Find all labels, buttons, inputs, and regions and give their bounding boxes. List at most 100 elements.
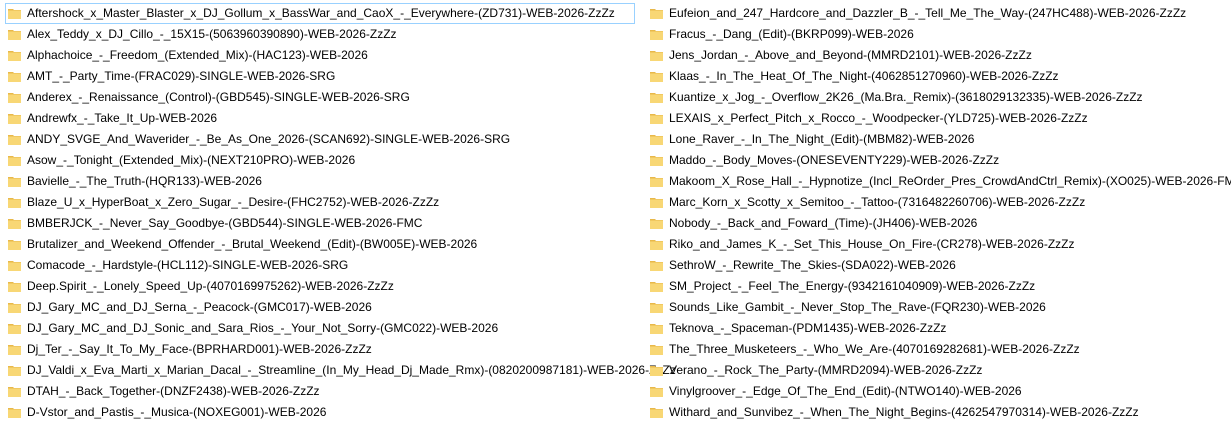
folder-item[interactable]: Andrewfx_-_Take_It_Up-WEB-2026 (5, 108, 635, 129)
folder-item[interactable]: Lone_Raver_-_In_The_Night_(Edit)-(MBM82)… (647, 129, 1231, 150)
folder-item[interactable]: Makoom_X_Rose_Hall_-_Hypnotize_(Incl_ReO… (647, 171, 1231, 192)
folder-item[interactable]: Alex_Teddy_x_DJ_Cillo_-_15X15-(506396039… (5, 24, 635, 45)
folder-item-label: BMBERJCK_-_Never_Say_Goodbye-(GBD544)-SI… (27, 216, 423, 230)
folder-item[interactable]: Deep.Spirit_-_Lonely_Speed_Up-(407016997… (5, 276, 635, 297)
folder-item[interactable]: Klaas_-_In_The_Heat_Of_The_Night-(406285… (647, 66, 1231, 87)
folder-item-label: Aftershock_x_Master_Blaster_x_DJ_Gollum_… (27, 6, 615, 20)
folder-item[interactable]: Eufeion_and_247_Hardcore_and_Dazzler_B_-… (647, 3, 1231, 24)
folder-item-label: Bavielle_-_The_Truth-(HQR133)-WEB-2026 (27, 174, 262, 188)
folder-item[interactable]: Asow_-_Tonight_(Extended_Mix)-(NEXT210PR… (5, 150, 635, 171)
folder-item[interactable]: Kuantize_x_Jog_-_Overflow_2K26_(Ma.Bra._… (647, 87, 1231, 108)
folder-item[interactable]: Comacode_-_Hardstyle-(HCL112)-SINGLE-WEB… (5, 255, 635, 276)
folder-item[interactable]: Bavielle_-_The_Truth-(HQR133)-WEB-2026 (5, 171, 635, 192)
folder-item-label: Brutalizer_and_Weekend_Offender_-_Brutal… (27, 237, 478, 251)
folder-item-label: LEXAIS_x_Perfect_Pitch_x_Rocco_-_Woodpec… (669, 111, 1088, 125)
folder-icon (8, 366, 21, 376)
folder-item-label: DJ_Valdi_x_Eva_Marti_x_Marian_Dacal_-_St… (27, 363, 676, 377)
folder-item-label: DJ_Gary_MC_and_DJ_Sonic_and_Sara_Rios_-_… (27, 321, 499, 335)
folder-item[interactable]: AMT_-_Party_Time-(FRAC029)-SINGLE-WEB-20… (5, 66, 635, 87)
folder-icon (8, 9, 21, 19)
folder-icon (650, 198, 663, 208)
folder-icon (8, 303, 21, 313)
folder-item[interactable]: Marc_Korn_x_Scotty_x_Semitoo_-_Tattoo-(7… (647, 192, 1231, 213)
folder-item-label: Eufeion_and_247_Hardcore_and_Dazzler_B_-… (669, 6, 1187, 20)
folder-item-label: Asow_-_Tonight_(Extended_Mix)-(NEXT210PR… (27, 153, 356, 167)
folder-item[interactable]: Withard_and_Sunvibez_-_When_The_Night_Be… (647, 402, 1231, 423)
folder-item-label: Fracus_-_Dang_(Edit)-(BKRP099)-WEB-2026 (669, 27, 914, 41)
folder-item[interactable]: DJ_Gary_MC_and_DJ_Sonic_and_Sara_Rios_-_… (5, 318, 635, 339)
folder-item-label: Alphachoice_-_Freedom_(Extended_Mix)-(HA… (27, 48, 368, 62)
folder-item[interactable]: Verano_-_Rock_The_Party-(MMRD2094)-WEB-2… (647, 360, 1231, 381)
folder-item-label: Comacode_-_Hardstyle-(HCL112)-SINGLE-WEB… (27, 258, 349, 272)
folder-item[interactable]: Maddo_-_Body_Moves-(ONESEVENTY229)-WEB-2… (647, 150, 1231, 171)
folder-item-label: Maddo_-_Body_Moves-(ONESEVENTY229)-WEB-2… (669, 153, 1000, 167)
folder-item-label: Klaas_-_In_The_Heat_Of_The_Night-(406285… (669, 69, 1059, 83)
folder-item[interactable]: Anderex_-_Renaissance_(Control)-(GBD545)… (5, 87, 635, 108)
folder-item[interactable]: Teknova_-_Spaceman-(PDM1435)-WEB-2026-Zz… (647, 318, 1231, 339)
folder-icon (8, 282, 21, 292)
folder-icon (650, 114, 663, 124)
folder-icon (650, 282, 663, 292)
folder-item-label: Makoom_X_Rose_Hall_-_Hypnotize_(Incl_ReO… (669, 174, 1231, 188)
folder-item[interactable]: DJ_Gary_MC_and_DJ_Serna_-_Peacock-(GMC01… (5, 297, 635, 318)
folder-item-label: Marc_Korn_x_Scotty_x_Semitoo_-_Tattoo-(7… (669, 195, 1086, 209)
folder-item-label: Blaze_U_x_HyperBoat_x_Zero_Sugar_-_Desir… (27, 195, 440, 209)
folder-item[interactable]: SM_Project_-_Feel_The_Energy-(9342161040… (647, 276, 1231, 297)
folder-icon (650, 72, 663, 82)
folder-icon (650, 30, 663, 40)
folder-item[interactable]: LEXAIS_x_Perfect_Pitch_x_Rocco_-_Woodpec… (647, 108, 1231, 129)
folder-item[interactable]: Brutalizer_and_Weekend_Offender_-_Brutal… (5, 234, 635, 255)
folder-item-label: Nobody_-_Back_and_Foward_(Time)-(JH406)-… (669, 216, 978, 230)
folder-item[interactable]: Vinylgroover_-_Edge_Of_The_End_(Edit)-(N… (647, 381, 1231, 402)
folder-item[interactable]: Riko_and_James_K_-_Set_This_House_On_Fir… (647, 234, 1231, 255)
folder-icon (650, 156, 663, 166)
folder-icon (8, 219, 21, 229)
folder-icon (8, 114, 21, 124)
file-list-view: Aftershock_x_Master_Blaster_x_DJ_Gollum_… (0, 0, 1231, 432)
folder-icon (8, 93, 21, 103)
folder-item[interactable]: DTAH_-_Back_Together-(DNZF2438)-WEB-2026… (5, 381, 635, 402)
folder-item-label: Teknova_-_Spaceman-(PDM1435)-WEB-2026-Zz… (669, 321, 947, 335)
folder-icon (8, 240, 21, 250)
folder-icon (650, 261, 663, 271)
folder-item-label: Dj_Ter_-_Say_It_To_My_Face-(BPRHARD001)-… (27, 342, 372, 356)
folder-item[interactable]: Sounds_Like_Gambit_-_Never_Stop_The_Rave… (647, 297, 1231, 318)
folder-icon (8, 72, 21, 82)
folder-icon (650, 9, 663, 19)
folder-item[interactable]: ANDY_SVGE_And_Waverider_-_Be_As_One_2026… (5, 129, 635, 150)
folder-item[interactable]: Alphachoice_-_Freedom_(Extended_Mix)-(HA… (5, 45, 635, 66)
folder-item-label: Kuantize_x_Jog_-_Overflow_2K26_(Ma.Bra._… (669, 90, 1143, 104)
folder-icon (8, 51, 21, 61)
folder-item[interactable]: Nobody_-_Back_and_Foward_(Time)-(JH406)-… (647, 213, 1231, 234)
folder-item-label: Withard_and_Sunvibez_-_When_The_Night_Be… (669, 405, 1139, 419)
folder-icon (650, 387, 663, 397)
folder-item-label: D-Vstor_and_Pastis_-_Musica-(NOXEG001)-W… (27, 405, 327, 419)
folder-icon (8, 135, 21, 145)
folder-icon (650, 408, 663, 418)
folder-item[interactable]: D-Vstor_and_Pastis_-_Musica-(NOXEG001)-W… (5, 402, 635, 423)
folder-item[interactable]: Fracus_-_Dang_(Edit)-(BKRP099)-WEB-2026 (647, 24, 1231, 45)
folder-item-label: Anderex_-_Renaissance_(Control)-(GBD545)… (27, 90, 410, 104)
folder-icon (650, 345, 663, 355)
file-list-column-right: Eufeion_and_247_Hardcore_and_Dazzler_B_-… (647, 3, 1231, 423)
folder-item-label: SethroW_-_Rewrite_The_Skies-(SDA022)-WEB… (669, 258, 956, 272)
folder-item[interactable]: Dj_Ter_-_Say_It_To_My_Face-(BPRHARD001)-… (5, 339, 635, 360)
folder-icon (650, 303, 663, 313)
folder-icon (650, 366, 663, 376)
folder-item[interactable]: SethroW_-_Rewrite_The_Skies-(SDA022)-WEB… (647, 255, 1231, 276)
folder-item-label: DTAH_-_Back_Together-(DNZF2438)-WEB-2026… (27, 384, 320, 398)
folder-item[interactable]: Blaze_U_x_HyperBoat_x_Zero_Sugar_-_Desir… (5, 192, 635, 213)
folder-item[interactable]: Aftershock_x_Master_Blaster_x_DJ_Gollum_… (5, 3, 635, 24)
folder-icon (650, 324, 663, 334)
folder-item[interactable]: Jens_Jordan_-_Above_and_Beyond-(MMRD2101… (647, 45, 1231, 66)
folder-item[interactable]: The_Three_Musketeers_-_Who_We_Are-(40701… (647, 339, 1231, 360)
folder-icon (650, 177, 663, 187)
folder-icon (8, 345, 21, 355)
folder-icon (650, 135, 663, 145)
folder-item[interactable]: DJ_Valdi_x_Eva_Marti_x_Marian_Dacal_-_St… (5, 360, 676, 381)
folder-icon (8, 156, 21, 166)
folder-item[interactable]: BMBERJCK_-_Never_Say_Goodbye-(GBD544)-SI… (5, 213, 635, 234)
file-list-column-left: Aftershock_x_Master_Blaster_x_DJ_Gollum_… (5, 3, 676, 423)
folder-icon (8, 30, 21, 40)
folder-icon (8, 324, 21, 334)
